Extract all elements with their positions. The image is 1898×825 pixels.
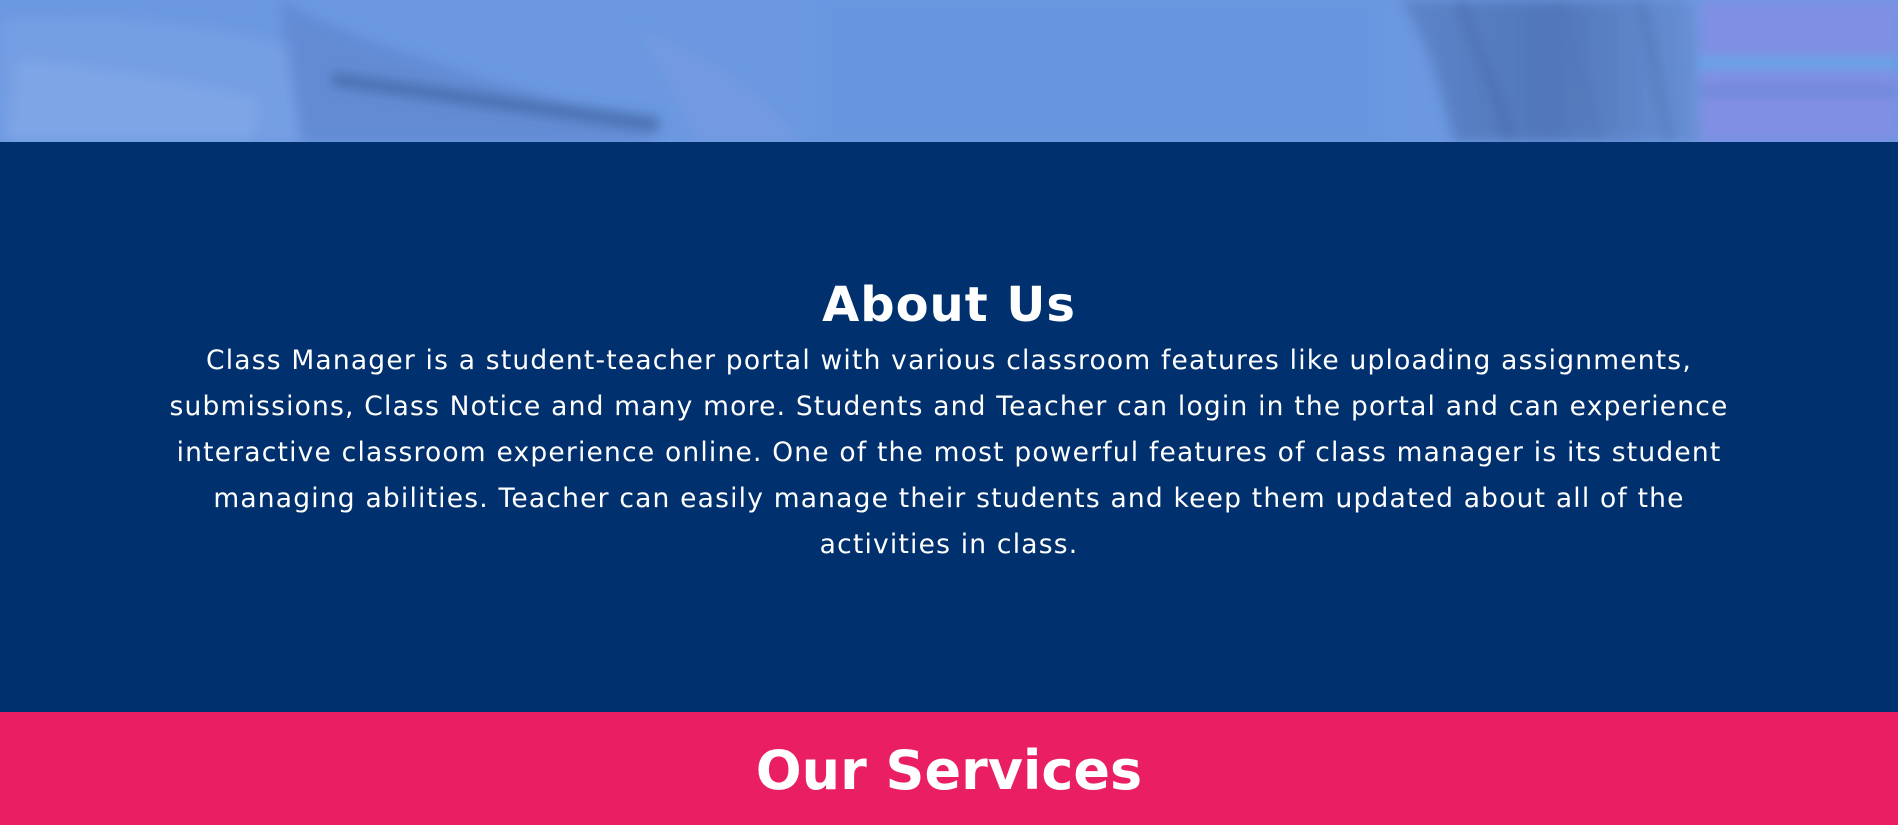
services-section: Our Services <box>0 712 1898 825</box>
about-description: Class Manager is a student-teacher porta… <box>169 345 1729 560</box>
about-title: About Us <box>822 277 1076 333</box>
about-section: About Us Class Manager is a student-teac… <box>0 142 1898 712</box>
hero-image-strip <box>0 0 1898 142</box>
services-title: Our Services <box>755 739 1143 802</box>
classroom-photo-image <box>0 0 1898 142</box>
